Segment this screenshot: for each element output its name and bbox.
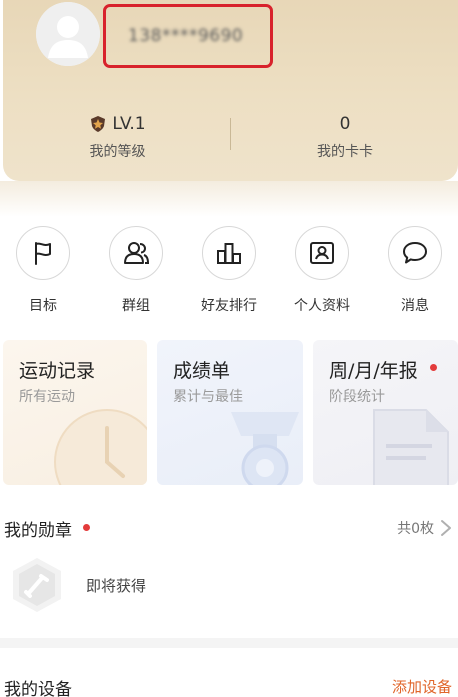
card-subtitle: 所有运动: [19, 389, 75, 405]
default-user-avatar-icon: [36, 2, 100, 66]
card-title: 周/月/年报: [329, 356, 437, 383]
chevron-right-icon[interactable]: [439, 518, 453, 538]
bar-chart-icon: [217, 243, 241, 264]
add-device-link[interactable]: 添加设备: [392, 676, 452, 697]
avatar[interactable]: [36, 2, 100, 66]
quick-action-group[interactable]: 群组: [96, 226, 176, 315]
quick-action-label: 目标: [29, 298, 57, 314]
devices-title: 我的设备: [4, 680, 72, 697]
kaka-stat[interactable]: 0 我的卡卡: [290, 113, 400, 161]
quick-action-messages[interactable]: 消息: [375, 226, 455, 315]
group-icon: [124, 242, 150, 264]
kaka-label: 我的卡卡: [317, 144, 373, 160]
level-stat[interactable]: LV.1 我的等级: [60, 113, 175, 161]
report-document-icon: [373, 409, 449, 485]
card-transcript[interactable]: 成绩单 累计与最佳: [157, 340, 303, 485]
new-indicator-dot: [83, 524, 91, 531]
card-reports[interactable]: 周/月/年报 阶段统计: [313, 340, 458, 485]
profile-card-icon: [310, 242, 334, 264]
quick-action-label: 好友排行: [201, 298, 257, 314]
level-label: 我的等级: [89, 144, 146, 160]
phone-number[interactable]: 138****9690: [128, 26, 243, 46]
section-divider: [0, 638, 458, 648]
quick-action-profile[interactable]: 个人资料: [282, 226, 362, 315]
quick-action-label: 个人资料: [294, 298, 350, 314]
level-value: LV.1: [112, 114, 146, 134]
message-bubble-icon: [403, 242, 427, 264]
card-title: 成绩单: [173, 360, 231, 382]
quick-action-goal[interactable]: 目标: [3, 226, 83, 315]
medals-title: 我的勋章: [4, 521, 72, 541]
quick-action-label: 消息: [401, 298, 429, 314]
podium-medal-icon: [231, 412, 299, 485]
medal-count[interactable]: 共0枚: [397, 518, 434, 538]
card-subtitle: 阶段统计: [329, 389, 385, 405]
quick-action-label: 群组: [122, 298, 150, 314]
phone-number-highlight: 138****9690: [103, 4, 273, 68]
card-sport-records[interactable]: 运动记录 所有运动: [3, 340, 147, 485]
stat-divider: [230, 118, 231, 150]
medal-item-label: 即将获得: [86, 577, 147, 595]
quick-actions-row: 目标 群组 好友排行 个人资料 消息: [0, 226, 458, 316]
shield-badge-icon: [89, 115, 107, 133]
clock-icon: [54, 409, 147, 485]
card-subtitle: 累计与最佳: [173, 389, 243, 405]
new-indicator-dot: [429, 364, 437, 371]
card-title: 运动记录: [19, 360, 96, 382]
profile-page: 138****9690 LV.1 我的等级 0 我的卡卡 目标 群组 好友排行 …: [0, 0, 458, 697]
quick-action-friend-ranking[interactable]: 好友排行: [189, 226, 269, 315]
header-shadow: [0, 181, 458, 217]
kaka-value: 0: [339, 114, 351, 134]
card-title-text: 周/月/年报: [329, 360, 418, 382]
hexagon-medal-icon[interactable]: [10, 556, 64, 614]
medals-section-title: 我的勋章: [4, 516, 91, 541]
flag-icon: [35, 242, 51, 265]
